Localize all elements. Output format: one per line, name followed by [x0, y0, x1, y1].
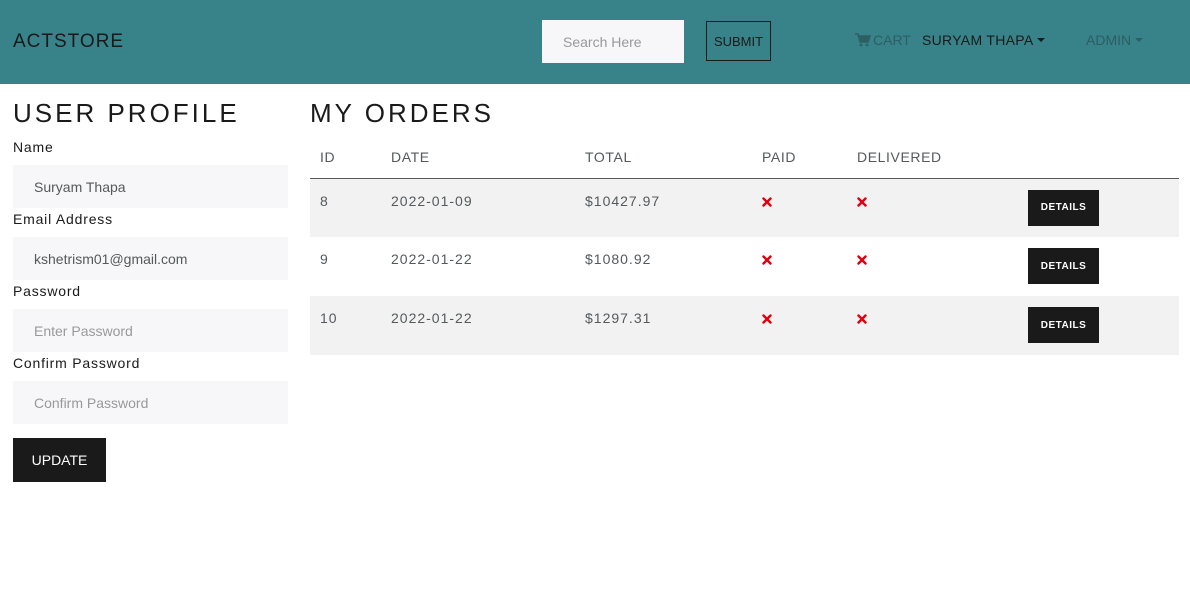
- column-header-id: ID: [310, 136, 381, 179]
- column-header-actions: [1018, 136, 1179, 179]
- orders-title: MY ORDERS: [310, 98, 494, 128]
- orders-table: ID DATE TOTAL PAID DELIVERED 8 2022-01-0…: [310, 136, 1179, 355]
- details-button[interactable]: DETAILS: [1028, 189, 1099, 226]
- nav-user-label: SURYAM THAPA: [922, 32, 1034, 48]
- order-id: 9: [310, 237, 381, 296]
- details-button[interactable]: DETAILS: [1028, 307, 1099, 343]
- cart-icon: [855, 33, 871, 47]
- nav-cart-link[interactable]: CART: [855, 32, 911, 48]
- nav-admin-dropdown[interactable]: ADMIN: [1086, 32, 1144, 48]
- order-date: 2022-01-22: [381, 237, 575, 296]
- order-delivered: [847, 178, 1018, 237]
- table-row: 9 2022-01-22 $1080.92 DETAILS: [310, 237, 1179, 296]
- top-navbar: ACTSTORE SUBMIT CART SURYAM THAPA ADMIN: [0, 0, 1190, 84]
- search-submit-button[interactable]: SUBMIT: [706, 21, 771, 61]
- nav-admin-label: ADMIN: [1086, 32, 1132, 48]
- email-label: Email Address: [13, 211, 113, 227]
- order-total: $10427.97: [575, 178, 752, 237]
- confirm-password-field[interactable]: [13, 381, 288, 424]
- table-header-row: ID DATE TOTAL PAID DELIVERED: [310, 136, 1179, 179]
- x-icon: [857, 255, 867, 265]
- order-date: 2022-01-09: [381, 178, 575, 237]
- order-date: 2022-01-22: [381, 296, 575, 355]
- nav-user-dropdown[interactable]: SURYAM THAPA: [922, 32, 1046, 48]
- email-field[interactable]: [13, 237, 288, 280]
- update-button[interactable]: UPDATE: [13, 438, 106, 482]
- order-id: 8: [310, 178, 381, 237]
- x-icon: [762, 314, 772, 324]
- column-header-total: TOTAL: [575, 136, 752, 179]
- x-icon: [762, 255, 772, 265]
- chevron-down-icon: [1135, 38, 1144, 42]
- column-header-paid: PAID: [752, 136, 847, 179]
- order-total: $1080.92: [575, 237, 752, 296]
- order-actions: DETAILS: [1018, 296, 1179, 355]
- column-header-delivered: DELIVERED: [847, 136, 1018, 179]
- x-icon: [762, 196, 772, 207]
- order-delivered: [847, 237, 1018, 296]
- password-label: Password: [13, 283, 81, 299]
- name-label: Name: [13, 139, 54, 155]
- details-button[interactable]: DETAILS: [1028, 248, 1099, 284]
- table-row: 10 2022-01-22 $1297.31 DETAILS: [310, 296, 1179, 355]
- chevron-down-icon: [1037, 38, 1046, 42]
- order-paid: [752, 178, 847, 237]
- confirm-password-label: Confirm Password: [13, 355, 141, 371]
- x-icon: [857, 196, 867, 207]
- order-paid: [752, 296, 847, 355]
- table-row: 8 2022-01-09 $10427.97 DETAILS: [310, 178, 1179, 237]
- order-paid: [752, 237, 847, 296]
- x-icon: [857, 314, 867, 324]
- order-actions: DETAILS: [1018, 237, 1179, 296]
- nav-cart-label: CART: [873, 32, 911, 48]
- search-input[interactable]: [542, 20, 684, 63]
- name-field[interactable]: [13, 165, 288, 208]
- order-actions: DETAILS: [1018, 178, 1179, 237]
- password-field[interactable]: [13, 309, 288, 352]
- order-id: 10: [310, 296, 381, 355]
- order-delivered: [847, 296, 1018, 355]
- column-header-date: DATE: [381, 136, 575, 179]
- profile-title: USER PROFILE: [13, 98, 240, 128]
- order-total: $1297.31: [575, 296, 752, 355]
- brand-logo[interactable]: ACTSTORE: [13, 31, 124, 53]
